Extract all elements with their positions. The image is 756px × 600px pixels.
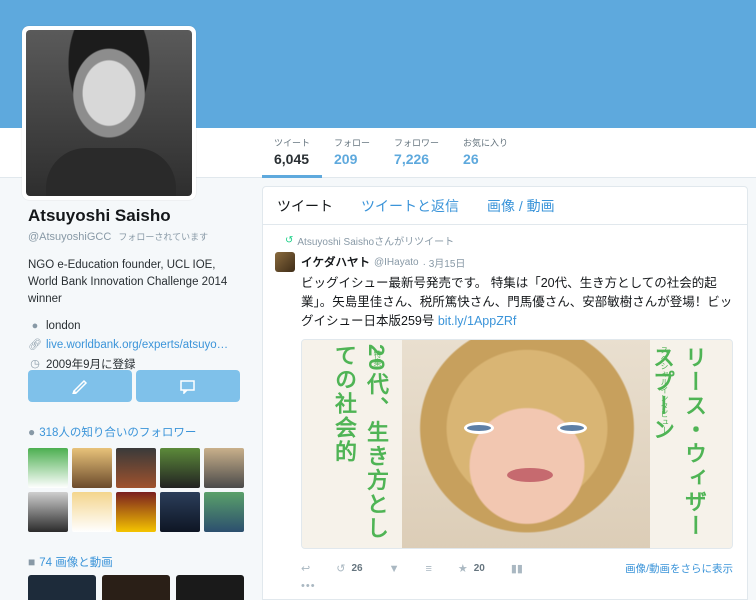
- tweet-body: ビッグイシュー最新号発売です。 特集は「20代、生き方としての社会的起業」。矢島…: [301, 276, 733, 328]
- follower-avatar[interactable]: [72, 492, 112, 532]
- retweet-icon: ↺: [285, 235, 294, 246]
- location-pin-icon: ●: [31, 319, 39, 332]
- cover-portrait: [402, 340, 652, 548]
- follower-avatar[interactable]: [72, 448, 112, 488]
- bar-chart-icon: ▮▮: [510, 563, 523, 575]
- calendar-icon: ◷: [30, 358, 40, 370]
- pocket-button[interactable]: ▼: [389, 563, 400, 575]
- profile-handle[interactable]: @AtsuyoshiGCC: [28, 231, 111, 243]
- media-thumbnail[interactable]: [28, 575, 96, 600]
- profile-website: 🔗︎ live.worldbank.org/experts/atsuyo…: [28, 335, 248, 354]
- website-link[interactable]: live.worldbank.org/experts/atsuyo…: [46, 339, 228, 351]
- tweet-image[interactable]: 特集 20代、生き方としての社会的 スペシャルインタビュー リース・ウィザースプ…: [301, 339, 733, 549]
- profile-location: ● london: [28, 316, 248, 335]
- photos-videos-label: 74 画像と動画: [39, 557, 113, 569]
- person-icon: ●: [28, 425, 36, 439]
- profile-meta: ● london 🔗︎ live.worldbank.org/experts/a…: [28, 316, 248, 373]
- follower-avatar[interactable]: [116, 448, 156, 488]
- tweet-actions: ↩ ↺ 26 ▼ ≡ ★ 20 ▮▮ 画像/動画をさらに表示: [301, 561, 733, 576]
- profile-name[interactable]: Atsuyoshi Saisho: [28, 206, 248, 226]
- layers-icon: ≡: [425, 562, 432, 575]
- stat-tweets[interactable]: ツイート 6,045: [262, 128, 323, 178]
- profile-handle-row: @AtsuyoshiGCC フォローされています: [28, 230, 248, 243]
- message-button[interactable]: [136, 370, 240, 402]
- follower-avatar[interactable]: [204, 492, 244, 532]
- pocket-icon: ▼: [388, 562, 400, 575]
- message-icon: [180, 380, 195, 394]
- follows-you-badge: フォローされています: [118, 232, 209, 242]
- profile-actions: [28, 370, 240, 402]
- favorite-count: 20: [473, 563, 485, 574]
- photos-videos-link[interactable]: ■ 74 画像と動画: [28, 554, 113, 570]
- timeline-tabs: ツイート ツイートと返信 画像 / 動画: [263, 187, 747, 225]
- tab-tweets[interactable]: ツイート: [277, 196, 333, 216]
- compose-icon: [72, 379, 88, 394]
- retweet-button[interactable]: ↺ 26: [336, 562, 362, 575]
- stat-value: 7,226: [394, 151, 430, 167]
- stat-value: 209: [334, 151, 358, 167]
- profile-bio: NGO e-Education founder, UCL IOE, World …: [28, 259, 228, 305]
- timeline-panel: ツイート ツイートと返信 画像 / 動画 ↺ Atsuyoshi Saishoさ…: [262, 186, 748, 600]
- follower-avatar-grid: [28, 448, 244, 532]
- media-strip: [28, 575, 244, 600]
- buffer-button[interactable]: ≡: [425, 563, 431, 575]
- analytics-button[interactable]: ▮▮: [511, 562, 523, 575]
- follower-avatar[interactable]: [160, 492, 200, 532]
- follower-avatar[interactable]: [28, 448, 68, 488]
- image-right-headline: リース・ウィザースプーン: [650, 346, 707, 538]
- favorite-button[interactable]: ★ 20: [458, 562, 485, 575]
- tweet-header: イケダハヤト @IHayato · 3月15日: [275, 252, 735, 272]
- followers-you-know-label: 318人の知り合いのフォロワー: [39, 427, 197, 439]
- link-icon: 🔗︎: [28, 339, 42, 351]
- tweet-author-name[interactable]: イケダハヤト: [301, 254, 370, 270]
- stat-label: ツイート: [274, 138, 311, 148]
- follower-avatar[interactable]: [116, 492, 156, 532]
- tweet-date[interactable]: · 3月15日: [423, 255, 466, 270]
- location-text: london: [46, 319, 81, 332]
- more-options-button[interactable]: •••: [301, 580, 735, 592]
- stat-value: 6,045: [274, 151, 310, 167]
- retweet-icon: ↺: [336, 563, 346, 575]
- portrait-lips: [507, 468, 553, 482]
- profile-card: Atsuyoshi Saisho @AtsuyoshiGCC フォローされていま…: [28, 206, 248, 373]
- followers-you-know-link[interactable]: ● 318人の知り合いのフォロワー: [28, 424, 196, 440]
- follower-avatar[interactable]: [28, 492, 68, 532]
- stat-followers[interactable]: フォロワー 7,226: [382, 128, 451, 178]
- reply-icon: ↩: [301, 563, 311, 575]
- tweet[interactable]: ↺ Atsuyoshi Saishoさんがリツイート イケダハヤト @IHaya…: [263, 225, 747, 592]
- profile-stats: ツイート 6,045 フォロー 209 フォロワー 7,226 お気に入り 26: [262, 128, 520, 178]
- follower-avatar[interactable]: [204, 448, 244, 488]
- image-left-headline: 20代、生き方としての社会的: [332, 344, 389, 541]
- stat-label: お気に入り: [463, 138, 509, 148]
- portrait-eye: [464, 422, 494, 434]
- media-thumbnail[interactable]: [102, 575, 170, 600]
- stat-label: フォロワー: [394, 138, 440, 148]
- tab-tweets-replies[interactable]: ツイートと返信: [361, 196, 459, 216]
- tweet-to-button[interactable]: [28, 370, 132, 402]
- star-icon: ★: [457, 563, 468, 575]
- stat-label: フォロー: [334, 138, 371, 148]
- follower-avatar[interactable]: [160, 448, 200, 488]
- stat-following[interactable]: フォロー 209: [322, 128, 382, 178]
- tweet-author-handle[interactable]: @IHayato: [374, 257, 419, 268]
- avatar-image: [26, 30, 192, 196]
- tab-media[interactable]: 画像 / 動画: [487, 196, 555, 216]
- retweet-context: ↺ Atsuyoshi Saishoさんがリツイート: [285, 233, 735, 248]
- profile-avatar[interactable]: [22, 26, 196, 200]
- camera-icon: ■: [28, 555, 36, 569]
- media-thumbnail[interactable]: [176, 575, 244, 600]
- view-more-media-link[interactable]: 画像/動画をさらに表示: [625, 561, 733, 576]
- retweet-count: 26: [351, 563, 363, 574]
- retweet-note[interactable]: Atsuyoshi Saishoさんがリツイート: [297, 233, 454, 248]
- tweet-link[interactable]: bit.ly/1AppZRf: [438, 314, 517, 328]
- stat-value: 26: [463, 151, 479, 167]
- stat-favorites[interactable]: お気に入り 26: [451, 128, 520, 178]
- portrait-eye: [557, 422, 587, 434]
- tweet-author-avatar[interactable]: [275, 252, 295, 272]
- reply-button[interactable]: ↩: [301, 562, 310, 575]
- tweet-text: ビッグイシュー最新号発売です。 特集は「20代、生き方としての社会的起業」。矢島…: [301, 274, 733, 331]
